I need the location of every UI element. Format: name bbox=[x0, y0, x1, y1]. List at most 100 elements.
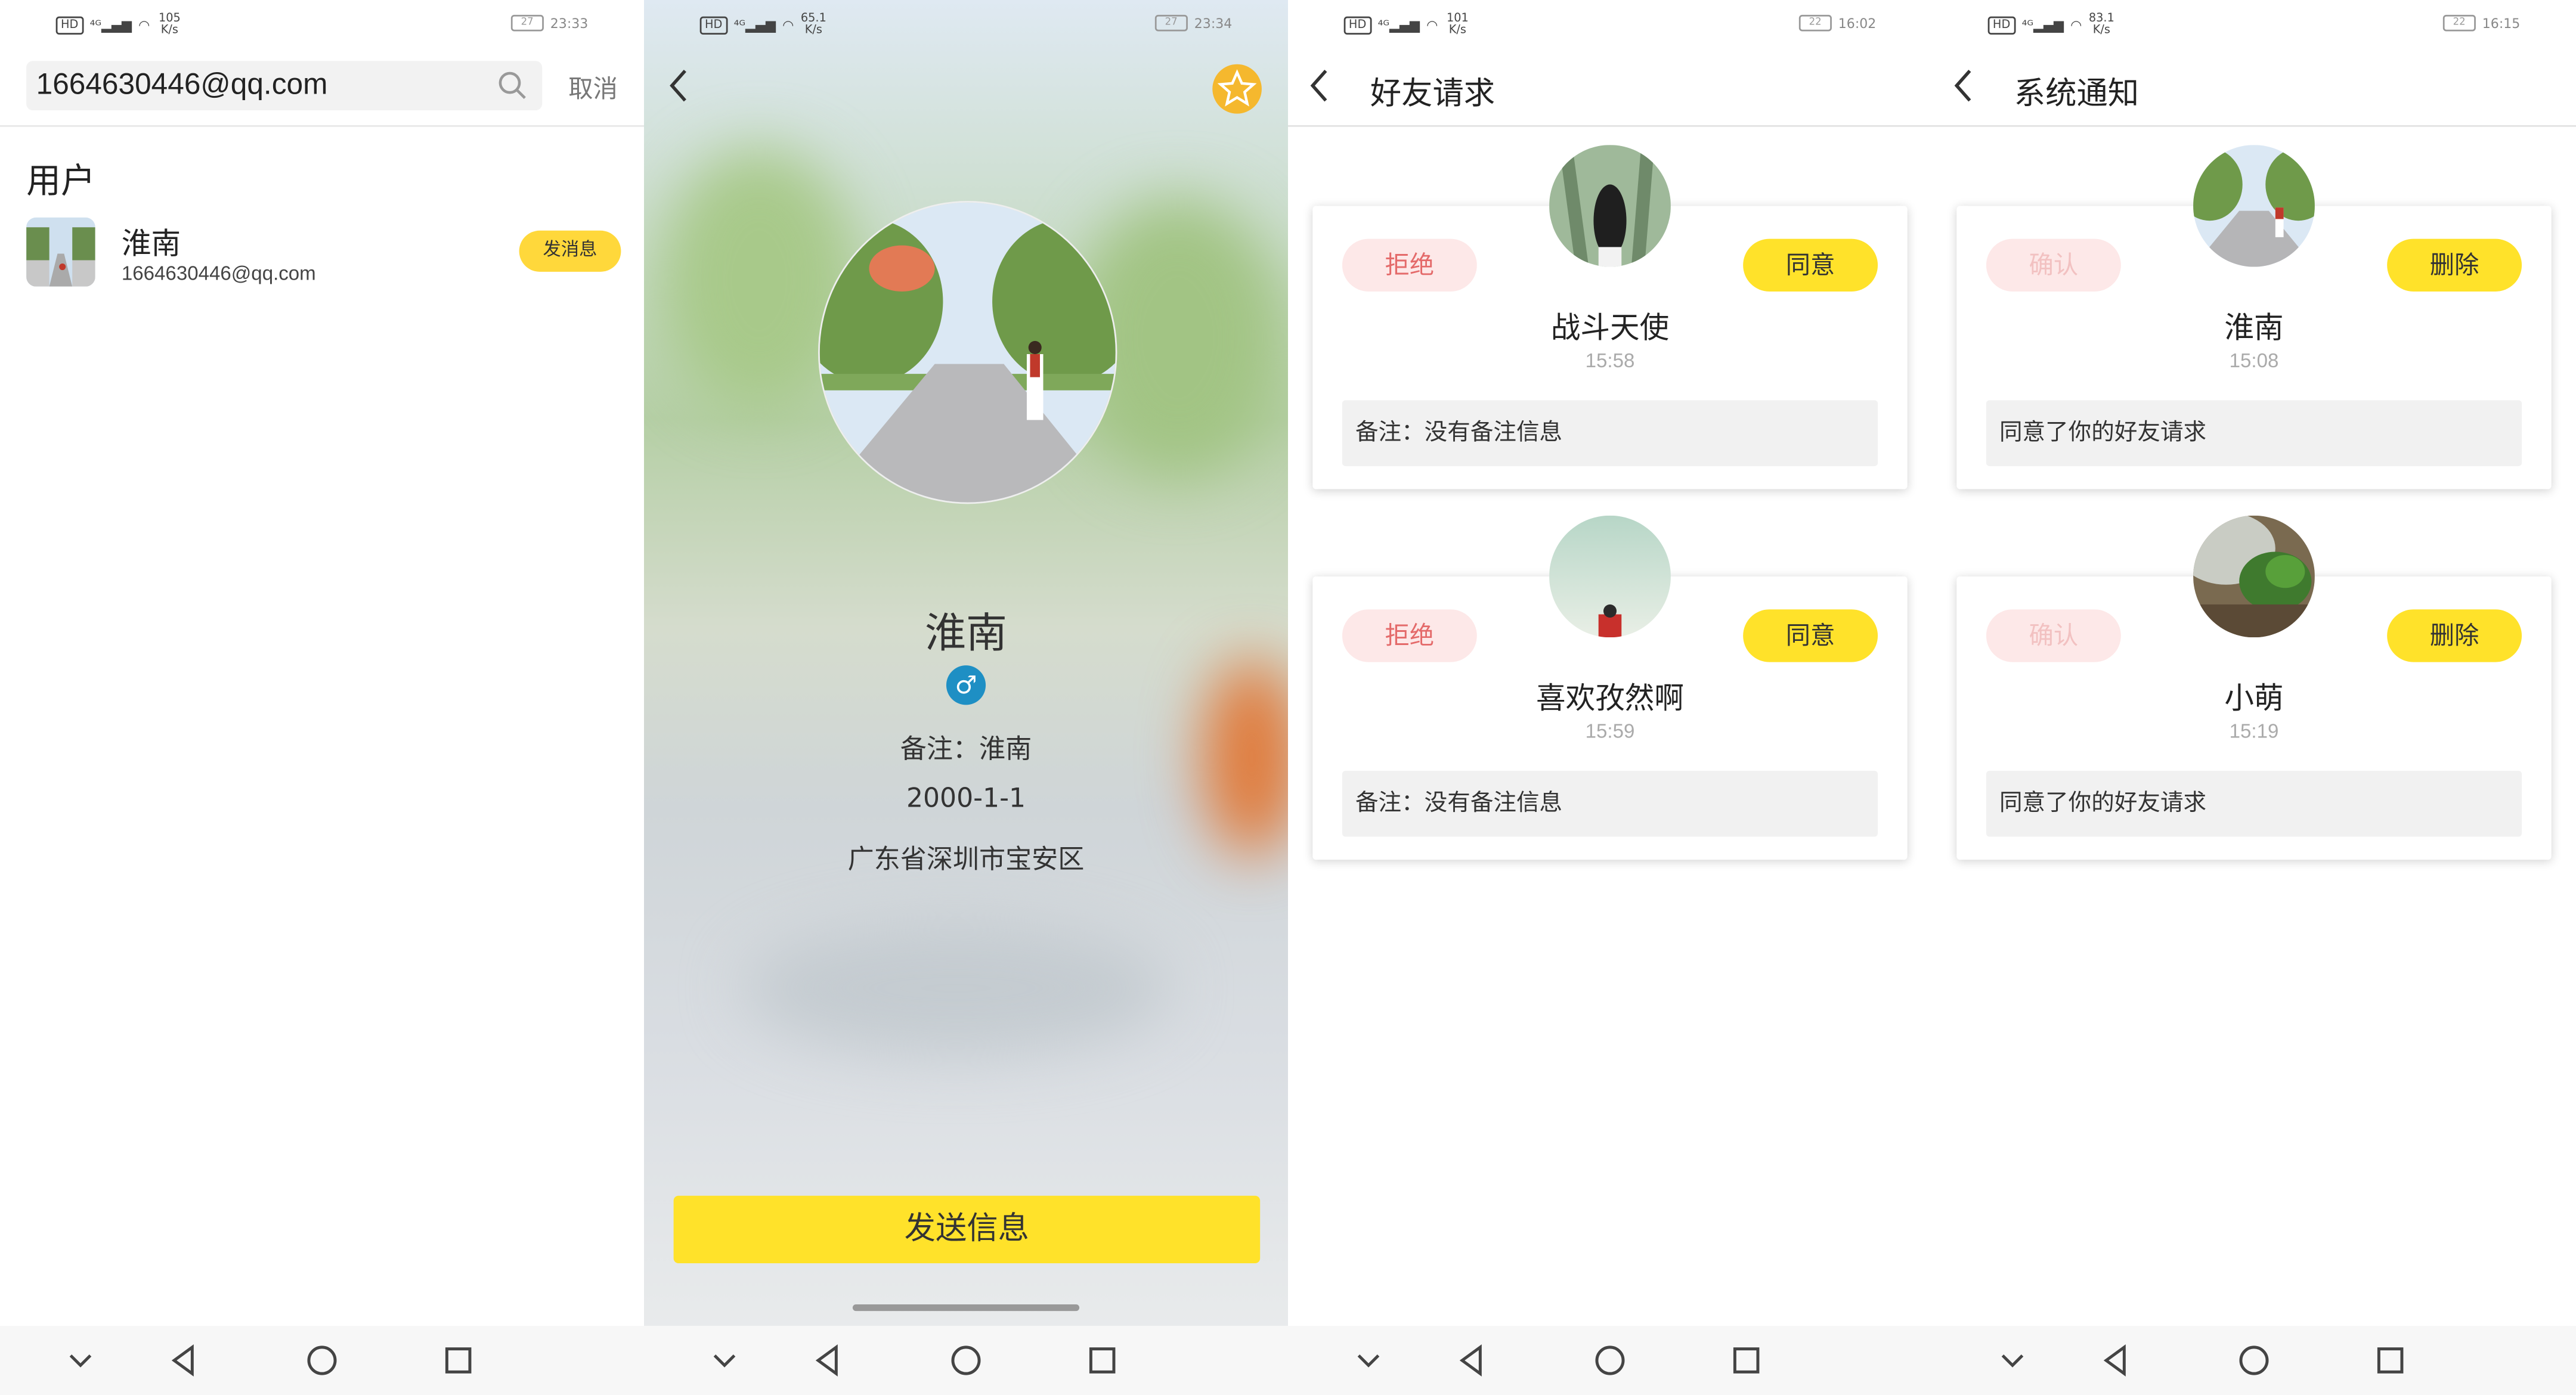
send-info-button[interactable]: 发送信息 bbox=[673, 1195, 1261, 1263]
user-email: 1664630446@qq.com bbox=[121, 262, 316, 285]
divider bbox=[1287, 125, 1932, 127]
send-message-button[interactable]: 发消息 bbox=[519, 230, 621, 272]
nav-recent-icon[interactable] bbox=[1084, 1343, 1120, 1379]
status-bar: HD ⁴ᴳ▂▄▆ ◠ 101 K/s 22 16:02 bbox=[1288, 0, 1932, 49]
hd-icon: HD bbox=[1343, 16, 1371, 34]
accept-button[interactable]: 同意 bbox=[1743, 609, 1878, 662]
wifi-icon: ◠ bbox=[782, 17, 794, 32]
divider bbox=[1931, 125, 2576, 127]
profile-birthday: 2000-1-1 bbox=[906, 782, 1026, 814]
requester-name: 战斗天使 bbox=[1550, 311, 1670, 346]
nav-down-icon[interactable] bbox=[707, 1343, 743, 1379]
status-bar: HD ⁴ᴳ▂▄▆ ◠ 83.1 K/s 22 16:15 bbox=[1932, 0, 2576, 49]
battery-icon: 22 bbox=[2442, 14, 2476, 32]
request-time: 15:58 bbox=[1585, 349, 1635, 373]
search-query: 1664630446@qq.com bbox=[36, 67, 328, 101]
notice-message: 同意了你的好友请求 bbox=[1986, 400, 2522, 466]
profile-remark: 备注：淮南 bbox=[900, 733, 1032, 764]
notice-time: 15:08 bbox=[2229, 349, 2279, 373]
title-bar: 系统通知 bbox=[1932, 49, 2576, 125]
nav-back-icon[interactable] bbox=[1454, 1343, 1490, 1379]
system-nav-bar bbox=[1287, 1325, 1932, 1395]
hd-icon: HD bbox=[1987, 16, 2015, 34]
request-time: 15:59 bbox=[1585, 720, 1635, 743]
notice-name: 小萌 bbox=[2224, 681, 2284, 717]
net-unit: K/s bbox=[2092, 23, 2110, 36]
avatar bbox=[2193, 145, 2315, 267]
nav-recent-icon[interactable] bbox=[2372, 1343, 2408, 1379]
nav-down-icon[interactable] bbox=[1351, 1343, 1387, 1379]
status-bar: HD ⁴ᴳ▂▄▆ ◠ 105 K/s 27 23:33 bbox=[0, 0, 644, 49]
search-icon[interactable] bbox=[496, 69, 529, 102]
nav-home-icon[interactable] bbox=[948, 1343, 984, 1379]
user-name: 淮南 bbox=[121, 227, 181, 262]
wifi-icon: ◠ bbox=[1426, 17, 1438, 32]
system-nav-bar bbox=[1931, 1325, 2576, 1395]
net-unit: K/s bbox=[160, 23, 178, 36]
clock: 16:15 bbox=[2482, 16, 2521, 31]
profile-name: 淮南 bbox=[925, 609, 1007, 658]
request-note: 备注：没有备注信息 bbox=[1342, 770, 1878, 837]
nav-home-icon[interactable] bbox=[1592, 1343, 1628, 1379]
request-note: 备注：没有备注信息 bbox=[1342, 400, 1878, 466]
avatar bbox=[26, 217, 95, 287]
requester-name: 喜欢孜然啊 bbox=[1536, 681, 1684, 717]
signal-icon: ⁴ᴳ▂▄▆ bbox=[733, 17, 776, 32]
net-unit: K/s bbox=[1448, 23, 1466, 36]
back-icon[interactable] bbox=[1301, 66, 1340, 106]
avatar bbox=[2193, 515, 2315, 638]
system-nav-bar bbox=[0, 1325, 644, 1395]
hd-icon: HD bbox=[699, 16, 727, 34]
wifi-icon: ◠ bbox=[138, 17, 150, 32]
avatar bbox=[1549, 145, 1671, 267]
nav-home-icon[interactable] bbox=[304, 1343, 340, 1379]
profile-location: 广东省深圳市宝安区 bbox=[847, 843, 1085, 875]
nav-home-icon[interactable] bbox=[2236, 1343, 2272, 1379]
status-bar: HD ⁴ᴳ▂▄▆ ◠ 65.1 K/s 27 23:34 bbox=[644, 0, 1288, 49]
signal-icon: ⁴ᴳ▂▄▆ bbox=[1377, 17, 1420, 32]
notice-name: 淮南 bbox=[2224, 311, 2284, 346]
nav-down-icon[interactable] bbox=[1995, 1343, 2031, 1379]
delete-button[interactable]: 删除 bbox=[2387, 238, 2522, 292]
nav-back-icon[interactable] bbox=[166, 1343, 202, 1379]
search-input[interactable]: 1664630446@qq.com bbox=[26, 61, 543, 111]
nav-back-icon[interactable] bbox=[810, 1343, 846, 1379]
cancel-button[interactable]: 取消 bbox=[568, 71, 618, 106]
confirm-button[interactable]: 确认 bbox=[1986, 609, 2121, 662]
reject-button[interactable]: 拒绝 bbox=[1342, 238, 1477, 292]
nav-down-icon[interactable] bbox=[63, 1343, 99, 1379]
clock: 16:02 bbox=[1838, 16, 1877, 31]
wifi-icon: ◠ bbox=[2070, 17, 2082, 32]
hd-icon: HD bbox=[55, 16, 83, 34]
profile-avatar[interactable] bbox=[818, 201, 1117, 504]
nav-recent-icon[interactable] bbox=[440, 1343, 476, 1379]
section-title: 用户 bbox=[26, 161, 95, 202]
male-icon: ♂ bbox=[946, 665, 986, 705]
signal-icon: ⁴ᴳ▂▄▆ bbox=[2021, 17, 2064, 32]
user-result-row[interactable]: 淮南 1664630446@qq.com 发消息 bbox=[26, 217, 621, 290]
notice-message: 同意了你的好友请求 bbox=[1986, 770, 2522, 837]
net-unit: K/s bbox=[804, 23, 822, 36]
reject-button[interactable]: 拒绝 bbox=[1342, 609, 1477, 662]
back-icon[interactable] bbox=[1945, 66, 1984, 106]
nav-recent-icon[interactable] bbox=[1728, 1343, 1764, 1379]
battery-icon: 27 bbox=[510, 14, 544, 32]
back-icon[interactable] bbox=[661, 66, 700, 106]
page-title: 好友请求 bbox=[1370, 76, 1496, 112]
signal-icon: ⁴ᴳ▂▄▆ bbox=[89, 17, 132, 32]
star-icon[interactable] bbox=[1212, 64, 1262, 114]
page-title: 系统通知 bbox=[2014, 76, 2140, 112]
title-bar: 好友请求 bbox=[1288, 49, 1932, 125]
system-notices-screen: HD ⁴ᴳ▂▄▆ ◠ 83.1 K/s 22 16:15 系统通知 确认 删除 淮… bbox=[1931, 0, 2576, 1395]
home-indicator bbox=[852, 1304, 1080, 1312]
search-screen: HD ⁴ᴳ▂▄▆ ◠ 105 K/s 27 23:33 1664630446@qq… bbox=[0, 0, 644, 1395]
divider bbox=[0, 125, 644, 127]
accept-button[interactable]: 同意 bbox=[1743, 238, 1878, 292]
nav-back-icon[interactable] bbox=[2098, 1343, 2134, 1379]
battery-icon: 27 bbox=[1154, 14, 1188, 32]
clock: 23:34 bbox=[1194, 16, 1233, 31]
delete-button[interactable]: 删除 bbox=[2387, 609, 2522, 662]
screenshot-collage: HD ⁴ᴳ▂▄▆ ◠ 105 K/s 27 23:33 1664630446@qq… bbox=[0, 0, 2576, 1395]
battery-icon: 22 bbox=[1798, 14, 1832, 32]
confirm-button[interactable]: 确认 bbox=[1986, 238, 2121, 292]
